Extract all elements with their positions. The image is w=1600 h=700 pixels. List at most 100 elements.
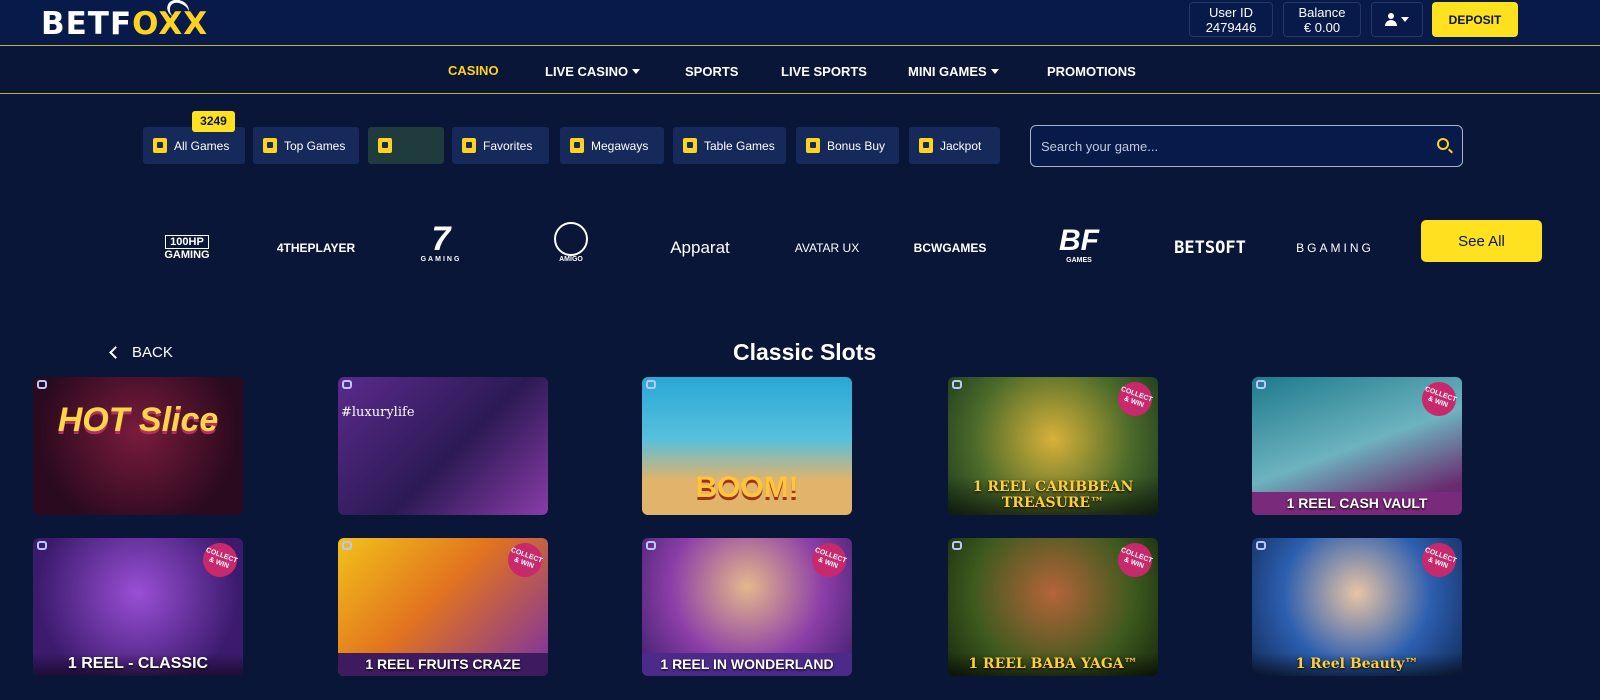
category-classic-slots[interactable] bbox=[368, 127, 444, 164]
provider-bgaming[interactable]: BGAMING bbox=[1289, 228, 1381, 268]
chevron-left-icon bbox=[109, 346, 122, 359]
provider-7777-gaming[interactable]: 7 GAMING bbox=[416, 215, 466, 270]
category-all-games[interactable]: All Games bbox=[143, 127, 245, 164]
game-search-input[interactable] bbox=[1030, 125, 1463, 167]
category-jackpot[interactable]: Jackpot bbox=[909, 127, 1000, 164]
game-title: 1 Reel Beauty™ bbox=[1252, 653, 1462, 676]
category-top-games-label: Top Games bbox=[284, 138, 346, 153]
provider-apparat[interactable]: Apparat bbox=[655, 228, 745, 268]
provider-apparat-text: Apparat bbox=[670, 238, 730, 257]
game-tile-caribbean-treasure[interactable]: COLLECT & WIN 1 REEL CARIBBEAN TREASURE™ bbox=[948, 377, 1158, 515]
category-table-games-label: Table Games bbox=[704, 138, 775, 153]
game-title: 1 REEL - CLASSIC bbox=[33, 653, 243, 676]
search-icon[interactable] bbox=[1437, 138, 1449, 150]
game-tile-reel-beauty[interactable]: COLLECT & WIN 1 Reel Beauty™ bbox=[1252, 538, 1462, 676]
provider-badge-icon bbox=[37, 380, 47, 389]
game-art-title: HOT Slice bbox=[57, 401, 219, 439]
user-id-value: 2479446 bbox=[1205, 20, 1257, 35]
nav-casino[interactable]: CASINO bbox=[448, 63, 499, 78]
section-title: Classic Slots bbox=[733, 339, 877, 365]
game-tile-boom[interactable]: BOOM! bbox=[642, 377, 852, 515]
provider-badge-icon bbox=[646, 541, 656, 550]
provider-avatar-ux[interactable]: AVATAR UX bbox=[784, 228, 870, 268]
all-games-icon bbox=[153, 138, 167, 153]
game-tile-cash-vault[interactable]: COLLECT & WIN 1 REEL CASH VAULT bbox=[1252, 377, 1462, 515]
provider-100hp-gaming[interactable]: 100HP GAMING bbox=[146, 228, 228, 268]
favorites-icon bbox=[462, 138, 476, 153]
medal-icon bbox=[263, 138, 277, 153]
provider-amigo-text: AMIGO bbox=[559, 255, 583, 263]
game-art-title: BOOM! bbox=[695, 471, 799, 504]
balance-box: Balance € 0.00 bbox=[1283, 2, 1361, 37]
top-header: BETFOXX User ID 2479446 Balance € 0.00 D… bbox=[0, 0, 1600, 46]
provider-100hp-text: 100HP bbox=[165, 235, 209, 249]
game-title: 1 REEL IN WONDERLAND bbox=[642, 653, 852, 676]
provider-amigo-gaming[interactable]: AMIGO bbox=[542, 216, 600, 268]
nav-mini-games-label: MINI GAMES bbox=[908, 64, 987, 79]
chevron-down-icon bbox=[1401, 17, 1409, 22]
user-id-label: User ID bbox=[1208, 5, 1254, 20]
logo-text-o: O bbox=[132, 6, 159, 42]
provider-badge-icon bbox=[952, 380, 962, 389]
betfoxx-logo[interactable]: BETFOXX bbox=[41, 0, 208, 42]
balance-value: € 0.00 bbox=[1303, 20, 1341, 35]
balance-label: Balance bbox=[1298, 5, 1346, 20]
account-menu-button[interactable] bbox=[1371, 2, 1423, 37]
nav-promotions[interactable]: PROMOTIONS bbox=[1047, 64, 1136, 79]
slot-machine-icon bbox=[378, 138, 392, 153]
back-label: BACK bbox=[132, 344, 173, 361]
game-count-badge: 3249 bbox=[192, 111, 235, 132]
game-art-title: #luxurylife bbox=[341, 405, 415, 420]
provider-4theplayer[interactable]: 4THEPLAYER bbox=[271, 228, 361, 268]
category-megaways-label: Megaways bbox=[591, 138, 649, 153]
provider-bgaming-text: BGAMING bbox=[1296, 241, 1374, 255]
category-jackpot-label: Jackpot bbox=[940, 138, 982, 153]
category-all-games-label: All Games bbox=[174, 138, 230, 153]
game-tile-luxury-life[interactable]: #luxurylife bbox=[338, 377, 548, 515]
game-tile-1-reel-classic[interactable]: COLLECT & WIN 1 REEL - CLASSIC bbox=[33, 538, 243, 676]
game-tile-fruits-craze[interactable]: COLLECT & WIN 1 REEL FRUITS CRAZE bbox=[338, 538, 548, 676]
provider-7777-mark: 7 bbox=[431, 220, 451, 258]
main-nav: CASINO LIVE CASINO SPORTS LIVE SPORTS MI… bbox=[0, 47, 1600, 94]
megaways-icon bbox=[570, 138, 584, 153]
category-megaways[interactable]: Megaways bbox=[560, 127, 664, 164]
nav-live-casino[interactable]: LIVE CASINO bbox=[545, 64, 641, 79]
provider-gaming-text: GAMING bbox=[164, 249, 210, 261]
category-bonus-buy[interactable]: Bonus Buy bbox=[796, 127, 899, 164]
jackpot-icon bbox=[919, 138, 933, 153]
user-icon bbox=[1385, 13, 1397, 26]
provider-betsoft[interactable]: BETSOFT bbox=[1167, 228, 1253, 268]
category-table-games[interactable]: Table Games bbox=[673, 127, 786, 164]
back-button[interactable]: BACK bbox=[109, 344, 173, 361]
see-all-providers-button[interactable]: See All bbox=[1421, 220, 1542, 262]
category-favorites-label: Favorites bbox=[483, 138, 533, 153]
provider-badge-icon bbox=[342, 541, 352, 550]
table-games-icon bbox=[683, 138, 697, 153]
provider-4theplayer-text: 4THEPLAYER bbox=[276, 241, 356, 255]
nav-live-sports[interactable]: LIVE SPORTS bbox=[781, 64, 867, 79]
game-thumbnail bbox=[33, 377, 243, 515]
game-tile-baba-yaga[interactable]: COLLECT & WIN 1 REEL BABA YAGA™ bbox=[948, 538, 1158, 676]
provider-bf-games[interactable]: BF GAMES bbox=[1049, 218, 1109, 270]
category-favorites[interactable]: Favorites bbox=[452, 127, 549, 164]
chevron-down-icon bbox=[632, 69, 641, 74]
provider-badge-icon bbox=[952, 541, 962, 550]
provider-badge-icon bbox=[37, 541, 47, 550]
game-tile-hot-slice[interactable]: HOT Slice bbox=[33, 377, 243, 515]
game-title: 1 REEL BABA YAGA™ bbox=[948, 653, 1158, 676]
game-tile-in-wonderland[interactable]: COLLECT & WIN 1 REEL IN WONDERLAND bbox=[642, 538, 852, 676]
provider-betsoft-text: BETSOFT bbox=[1174, 238, 1246, 258]
nav-mini-games[interactable]: MINI GAMES bbox=[908, 64, 999, 79]
amigo-temple-icon bbox=[554, 221, 588, 256]
provider-badge-icon bbox=[1256, 380, 1266, 389]
user-id-box: User ID 2479446 bbox=[1189, 2, 1273, 37]
nav-sports[interactable]: SPORTS bbox=[685, 64, 738, 79]
provider-badge-icon bbox=[1256, 541, 1266, 550]
deposit-button[interactable]: DEPOSIT bbox=[1432, 2, 1518, 37]
game-title: 1 REEL CASH VAULT bbox=[1252, 492, 1462, 515]
provider-badge-icon bbox=[646, 380, 656, 389]
category-top-games[interactable]: Top Games bbox=[253, 127, 359, 164]
nav-live-casino-label: LIVE CASINO bbox=[545, 64, 629, 79]
logo-text-left: BETF bbox=[41, 6, 133, 42]
provider-bcw-games[interactable]: BCWGAMES bbox=[914, 228, 987, 268]
